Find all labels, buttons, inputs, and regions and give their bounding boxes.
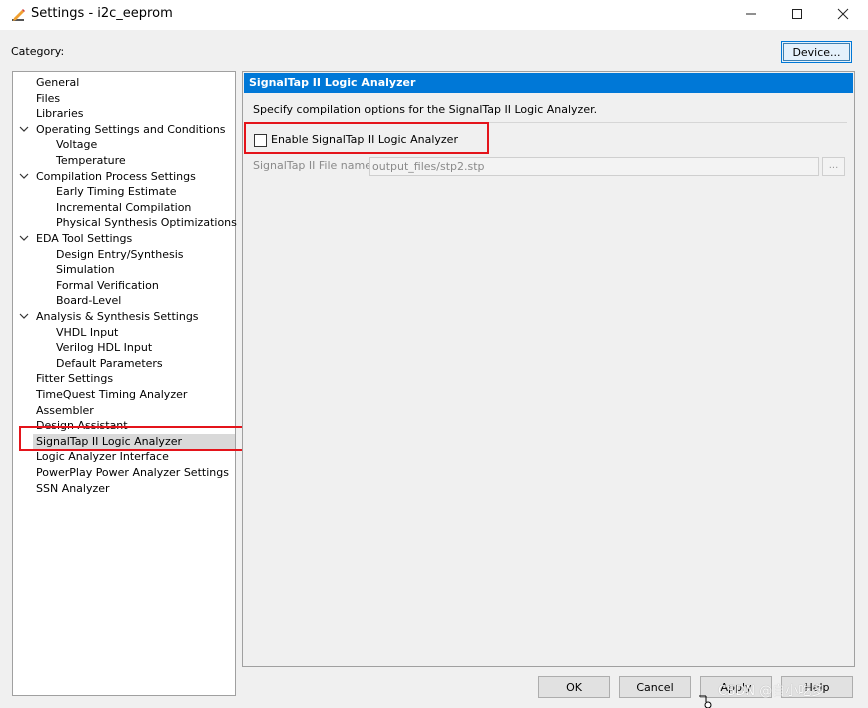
- tree-item[interactable]: TimeQuest Timing Analyzer: [36, 387, 187, 402]
- tree-item[interactable]: Operating Settings and Conditions: [36, 122, 226, 137]
- tree-item[interactable]: Physical Synthesis Optimizations: [56, 215, 237, 230]
- watermark: CSDN @自小吃多: [718, 684, 825, 699]
- category-tree[interactable]: General Files Libraries Operating Settings …: [12, 71, 237, 696]
- tree-item[interactable]: Incremental Compilation: [56, 200, 191, 215]
- tree-item[interactable]: Assembler: [36, 403, 94, 418]
- minimize-button[interactable]: [728, 0, 774, 28]
- cancel-button[interactable]: Cancel: [619, 676, 691, 698]
- tree-item[interactable]: Voltage: [56, 137, 97, 152]
- tree-item[interactable]: Compilation Process Settings: [36, 169, 196, 184]
- settings-panel: SignalTap II Logic Analyzer Specify comp…: [242, 71, 855, 667]
- panel-description: Specify compilation options for the Sign…: [253, 103, 598, 116]
- enable-signaltap-checkbox[interactable]: [254, 134, 267, 147]
- tree-item[interactable]: SignalTap II Logic Analyzer: [33, 433, 235, 449]
- maximize-icon: [792, 9, 802, 19]
- maximize-button[interactable]: [774, 0, 820, 28]
- file-name-label: SignalTap II File name:: [253, 159, 376, 172]
- tree-item[interactable]: Verilog HDL Input: [56, 340, 152, 355]
- tree-item[interactable]: EDA Tool Settings: [36, 231, 132, 246]
- category-label: Category:: [11, 45, 65, 58]
- ok-button[interactable]: OK: [538, 676, 610, 698]
- chevron-down-icon[interactable]: [19, 169, 29, 184]
- chevron-down-icon[interactable]: [19, 309, 29, 324]
- title-bar: Settings - i2c_eeprom: [0, 0, 868, 30]
- tree-item[interactable]: Board-Level: [56, 293, 121, 308]
- chevron-down-icon[interactable]: [19, 231, 29, 246]
- tree-item[interactable]: Logic Analyzer Interface: [36, 449, 169, 464]
- tree-item[interactable]: Formal Verification: [56, 278, 159, 293]
- browse-button[interactable]: ...: [822, 157, 845, 176]
- tree-item[interactable]: SSN Analyzer: [36, 481, 110, 496]
- close-button[interactable]: [820, 0, 866, 28]
- tree-item[interactable]: Design Entry/Synthesis: [56, 247, 183, 262]
- tree-item[interactable]: Default Parameters: [56, 356, 163, 371]
- tree-item[interactable]: Libraries: [36, 106, 84, 121]
- device-button[interactable]: Device...: [781, 41, 852, 63]
- file-name-input[interactable]: output_files/stp2.stp: [369, 157, 819, 176]
- settings-pencil-icon: [12, 9, 25, 21]
- tree-item[interactable]: Files: [36, 91, 60, 106]
- window-title: Settings - i2c_eeprom: [31, 6, 173, 21]
- close-icon: [837, 8, 849, 20]
- chevron-down-icon[interactable]: [19, 122, 29, 137]
- tree-item[interactable]: Early Timing Estimate: [56, 184, 177, 199]
- enable-signaltap-label[interactable]: Enable SignalTap II Logic Analyzer: [271, 133, 458, 146]
- separator: [251, 122, 847, 123]
- tree-item[interactable]: Fitter Settings: [36, 371, 113, 386]
- tree-item[interactable]: Design Assistant: [36, 418, 128, 433]
- cursor-icon: [699, 695, 712, 708]
- tree-item[interactable]: General: [36, 75, 79, 90]
- tree-item[interactable]: Temperature: [56, 153, 126, 168]
- tree-item[interactable]: PowerPlay Power Analyzer Settings: [36, 465, 229, 480]
- minimize-icon: [746, 13, 756, 15]
- tree-item[interactable]: Analysis & Synthesis Settings: [36, 309, 199, 324]
- panel-header: SignalTap II Logic Analyzer: [244, 73, 853, 93]
- tree-item[interactable]: Simulation: [56, 262, 115, 277]
- tree-item[interactable]: VHDL Input: [56, 325, 118, 340]
